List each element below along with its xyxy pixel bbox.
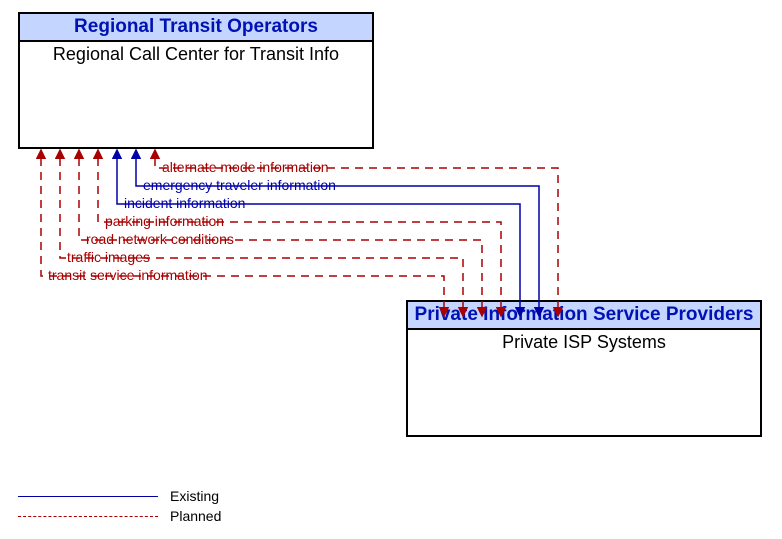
legend-label-planned: Planned: [170, 508, 221, 524]
box-private-isp: Private Information Service Providers Pr…: [406, 300, 762, 437]
box-regional-transit-operators: Regional Transit Operators Regional Call…: [18, 12, 374, 149]
legend-line-planned: [18, 516, 158, 517]
box-title-private-isp-systems: Private ISP Systems: [408, 330, 760, 355]
box-title-regional-call-center: Regional Call Center for Transit Info: [20, 42, 372, 67]
legend-line-existing: [18, 496, 158, 497]
flow-label-parking-information: parking information: [105, 213, 224, 229]
legend-row-planned: Planned: [18, 508, 221, 524]
legend-row-existing: Existing: [18, 488, 221, 504]
box-header-private-isp: Private Information Service Providers: [408, 302, 760, 330]
flow-label-transit-service-information: transit service information: [48, 267, 208, 283]
flow-label-incident-information: incident information: [124, 195, 245, 211]
flow-label-road-network-conditions: road network conditions: [86, 231, 234, 247]
flow-label-traffic-images: traffic images: [67, 249, 150, 265]
box-header-regional-transit-operators: Regional Transit Operators: [20, 14, 372, 42]
legend: Existing Planned: [18, 488, 221, 528]
legend-label-existing: Existing: [170, 488, 219, 504]
flow-label-alternate-mode-information: alternate mode information: [162, 159, 329, 175]
flow-label-emergency-traveler-information: emergency traveler information: [143, 177, 336, 193]
